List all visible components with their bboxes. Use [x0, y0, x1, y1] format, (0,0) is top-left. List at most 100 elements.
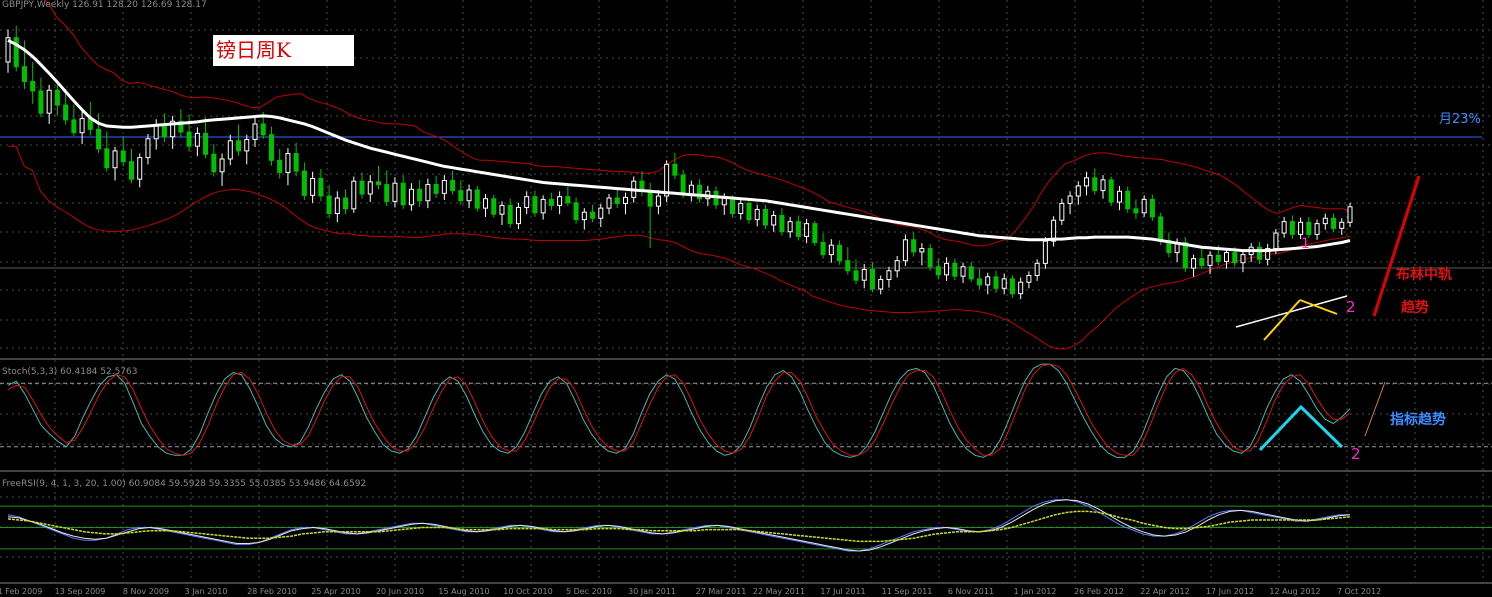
- candle-body: [392, 182, 398, 202]
- candle-body: [1133, 208, 1139, 214]
- candle-body: [655, 195, 661, 207]
- x-tick-label: 1 Feb 2009: [0, 587, 42, 596]
- candle-body: [260, 123, 266, 136]
- candle-body: [318, 178, 324, 197]
- candle-body: [277, 159, 283, 173]
- candle-body: [935, 266, 941, 276]
- candle-body: [219, 158, 225, 173]
- chart-title: 镑日周K: [213, 35, 354, 66]
- x-tick-label: 22 Apr 2012: [1140, 587, 1189, 596]
- candle-body: [334, 197, 340, 215]
- candle-body: [828, 244, 834, 256]
- candle-body: [977, 278, 983, 286]
- candle-body: [227, 140, 233, 160]
- candle-body: [919, 248, 925, 253]
- candle-body: [524, 196, 530, 208]
- candle-body: [268, 134, 274, 161]
- free-rsi-panel: [0, 499, 1492, 552]
- candle-body: [384, 184, 390, 202]
- candle-body: [63, 104, 69, 121]
- candle-body: [721, 197, 727, 206]
- x-tick-label: 17 Jun 2012: [1206, 587, 1254, 596]
- candle-body: [375, 181, 381, 186]
- candle-body: [746, 202, 752, 221]
- candle-body: [1232, 252, 1238, 264]
- candle-body: [236, 140, 242, 152]
- candle-body: [137, 157, 143, 180]
- candle-body: [1339, 221, 1345, 229]
- candle-body: [1100, 179, 1106, 192]
- stoch-arrow: [1364, 381, 1386, 437]
- candle-body: [351, 180, 357, 210]
- candle-body: [96, 128, 102, 150]
- candle-body: [573, 202, 579, 221]
- candle-body: [1026, 274, 1032, 283]
- candle-body: [985, 276, 991, 286]
- candle-body: [21, 66, 27, 83]
- candle-body: [54, 89, 60, 106]
- x-tick-label: 6 Nov 2011: [948, 587, 994, 596]
- candle-body: [1059, 202, 1065, 221]
- price-header: GBPJPY,Weekly 126.91 128.20 126.69 128.1…: [2, 0, 207, 10]
- candle-body: [285, 153, 291, 173]
- candle-body: [1199, 258, 1205, 266]
- candle-body: [1314, 223, 1320, 235]
- candle-body: [1001, 278, 1007, 289]
- candle-body: [161, 124, 167, 138]
- stoch-main-line: [7, 363, 1351, 458]
- candle-body: [672, 163, 678, 176]
- candle-body: [1306, 221, 1312, 235]
- candle-body: [104, 148, 110, 169]
- candle-body: [861, 268, 867, 281]
- candle-body: [13, 37, 19, 68]
- x-tick-label: 30 Jan 2011: [628, 587, 676, 596]
- candle-body: [614, 197, 620, 204]
- candle-body: [993, 276, 999, 289]
- candle-body: [408, 188, 414, 206]
- annotation-trend: 趋势: [1401, 300, 1429, 316]
- candle-body: [557, 196, 563, 206]
- candle-body: [779, 215, 785, 233]
- candle-body: [515, 206, 521, 225]
- candle-body: [540, 198, 546, 214]
- candle-body: [1281, 221, 1287, 234]
- candle-body: [869, 268, 875, 290]
- candle-body: [565, 196, 571, 204]
- candle-body: [762, 208, 768, 226]
- x-tick-label: 11 Sep 2011: [882, 587, 933, 596]
- candle-body: [1256, 246, 1262, 260]
- x-tick-label: 5 Dec 2010: [566, 587, 612, 596]
- candle-body: [326, 195, 332, 215]
- candle-body: [38, 90, 44, 114]
- stochastic-panel: [0, 363, 1492, 458]
- candle-body: [738, 202, 744, 215]
- candle-body: [1331, 217, 1337, 229]
- candle-body: [754, 208, 760, 221]
- x-tick-label: 27 Mar 2011: [696, 587, 747, 596]
- annotation-boll-mid: 布林中轨: [1396, 267, 1452, 283]
- candle-body: [1067, 195, 1073, 204]
- annotation-stoch-2: 2: [1351, 445, 1361, 463]
- candle-body: [466, 189, 472, 202]
- candle-body: [1191, 258, 1197, 269]
- candle-body: [812, 223, 818, 243]
- candle-body: [590, 211, 596, 219]
- candle-body: [548, 198, 554, 206]
- candle-body: [1273, 232, 1279, 250]
- candle-body: [944, 262, 950, 276]
- x-axis: 1 Feb 2009 13 Sep 2009 8 Nov 2009 3 Jan 201…: [0, 587, 1381, 596]
- candle-body: [804, 223, 810, 237]
- candle-body: [927, 248, 933, 268]
- candle-body: [853, 270, 859, 281]
- candle-body: [211, 153, 217, 173]
- candle-body: [1009, 278, 1015, 295]
- x-tick-label: 22 May 2011: [753, 587, 805, 596]
- candle-body: [1141, 198, 1147, 214]
- candle-body: [820, 241, 826, 256]
- candle-body: [1347, 206, 1353, 223]
- candle-body: [367, 181, 373, 195]
- x-tick-label: 7 Oct 2012: [1337, 587, 1381, 596]
- candle-body: [1207, 254, 1213, 266]
- x-tick-label: 12 Aug 2012: [1269, 587, 1320, 596]
- candle-body: [1042, 240, 1048, 264]
